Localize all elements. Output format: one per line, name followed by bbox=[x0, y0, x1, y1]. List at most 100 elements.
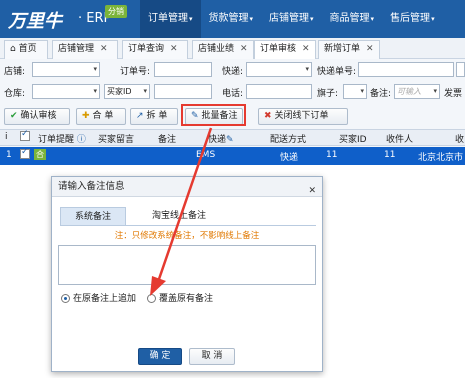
dialog-title: 请输入备注信息 bbox=[58, 181, 125, 192]
menu-product-management[interactable]: 商品管理▾ bbox=[322, 0, 383, 38]
remark-note: 注：只修改系统备注，不影响线上备注 bbox=[114, 231, 260, 241]
caret-down-icon: ▾ bbox=[249, 15, 254, 23]
buyer-id-input[interactable] bbox=[154, 84, 212, 99]
tab-home[interactable]: ⌂ 首页 bbox=[4, 40, 48, 59]
caret-down-icon: ▾ bbox=[431, 15, 435, 23]
filter-panel: 店铺: ▾ 订单号: 快递: ▾ 快递单号: 仓库: ▾ 买家ID ▾ 电话: 旗… bbox=[0, 59, 465, 103]
remark-textarea[interactable] bbox=[58, 245, 316, 285]
check-icon: ✔ bbox=[10, 111, 18, 121]
chevron-down-icon: ▾ bbox=[93, 65, 97, 73]
close-icon[interactable]: ✕ bbox=[308, 181, 316, 201]
menu-after-sales[interactable]: 售后管理▾ bbox=[382, 0, 443, 38]
close-icon[interactable]: ✕ bbox=[302, 44, 310, 54]
store-select[interactable]: ▾ bbox=[32, 62, 100, 77]
checkbox-icon bbox=[20, 129, 30, 141]
row-address: 北京北京市 bbox=[418, 153, 464, 163]
confirm-button[interactable]: 确 定 bbox=[138, 348, 182, 365]
chevron-down-icon: ▾ bbox=[93, 87, 97, 95]
chevron-down-icon: ▾ bbox=[143, 87, 147, 95]
order-grid-header: i 订单提醒 ⓘ 买家留言 备注 快递✎ 配送方式 买家ID 收件人 收 bbox=[0, 129, 465, 146]
store-label: 店铺: bbox=[4, 67, 26, 77]
column-header-order-reminder[interactable]: 订单提醒 ⓘ bbox=[38, 132, 86, 145]
merge-icon: ✚ bbox=[82, 111, 90, 121]
extra-filter-box[interactable] bbox=[456, 62, 465, 77]
tab-new-order[interactable]: 新增订单 ✕ bbox=[318, 40, 380, 59]
top-navigation-bar: 万里牛 · ERP 分销 订单管理▾ 货款管理▾ 店铺管理▾ 商品管理▾ 售后管… bbox=[0, 0, 465, 38]
column-header-address[interactable]: 收 bbox=[455, 132, 464, 145]
column-header-info: i bbox=[5, 132, 8, 142]
flag-label: 旗子: bbox=[317, 89, 339, 99]
main-menu: 订单管理▾ 货款管理▾ 店铺管理▾ 商品管理▾ 售后管理▾ bbox=[140, 0, 443, 38]
radio-selected-icon bbox=[61, 294, 70, 303]
tab-order-query[interactable]: 订单查询 ✕ bbox=[122, 40, 188, 59]
brand-badge: 分销 bbox=[105, 5, 127, 18]
radio-icon bbox=[147, 294, 156, 303]
express-label: 快递: bbox=[222, 67, 244, 77]
split-order-button[interactable]: ↗ 拆 单 bbox=[130, 108, 178, 125]
chevron-down-icon: ▾ bbox=[305, 65, 309, 73]
checkbox-icon bbox=[20, 147, 30, 159]
approve-order-button[interactable]: ✔ 确认审核 bbox=[4, 108, 70, 125]
close-offline-order-button[interactable]: ✖ 关闭线下订单 bbox=[258, 108, 348, 125]
tab-system-remark[interactable]: 系统备注 bbox=[60, 207, 126, 225]
info-icon: ⓘ bbox=[76, 135, 86, 145]
row-index: 1 bbox=[6, 150, 12, 160]
buyer-id-select[interactable]: 买家ID ▾ bbox=[104, 84, 150, 99]
remark-select[interactable]: 可输入 ▾ bbox=[394, 84, 440, 99]
column-header-buyer-id[interactable]: 买家ID bbox=[339, 132, 367, 145]
table-row[interactable]: 1 合 EMS 快递 11 11 北京北京市 bbox=[0, 147, 465, 165]
menu-payment-management[interactable]: 货款管理▾ bbox=[201, 0, 262, 38]
column-header-remark[interactable]: 备注 bbox=[158, 132, 176, 145]
close-icon[interactable]: ✕ bbox=[100, 44, 108, 54]
row-express: EMS bbox=[196, 150, 216, 160]
column-header-buyer-message[interactable]: 买家留言 bbox=[98, 132, 134, 145]
row-delivery: 快递 bbox=[280, 153, 299, 163]
flag-select[interactable]: ▾ bbox=[343, 84, 367, 99]
cancel-button[interactable]: 取 消 bbox=[189, 348, 235, 365]
warehouse-label: 仓库: bbox=[4, 89, 26, 99]
column-header-delivery[interactable]: 配送方式 bbox=[270, 132, 306, 145]
tab-store-performance[interactable]: 店铺业绩 ✕ bbox=[192, 40, 254, 59]
edit-icon: ✎ bbox=[226, 135, 234, 145]
express-no-input[interactable] bbox=[358, 62, 454, 77]
tab-divider bbox=[60, 225, 316, 226]
home-icon: ⌂ bbox=[10, 44, 16, 54]
chevron-down-icon: ▾ bbox=[360, 87, 364, 95]
split-icon: ↗ bbox=[136, 111, 144, 121]
merge-order-button[interactable]: ✚ 合 单 bbox=[76, 108, 126, 125]
chevron-down-icon: ▾ bbox=[433, 87, 437, 95]
column-header-express[interactable]: 快递✎ bbox=[208, 132, 234, 145]
tab-order-review[interactable]: 订单审核 ✕ bbox=[254, 40, 316, 60]
phone-input[interactable] bbox=[246, 84, 312, 99]
order-no-input[interactable] bbox=[154, 62, 212, 77]
page-tabs: ⌂ 首页 店铺管理 ✕ 订单查询 ✕ 店铺业绩 ✕ 订单审核 ✕ 新增订单 ✕ bbox=[0, 38, 465, 60]
menu-order-management[interactable]: 订单管理▾ bbox=[140, 0, 201, 38]
merge-badge: 合 bbox=[34, 149, 46, 160]
express-no-label: 快递单号: bbox=[317, 67, 357, 77]
dialog-title-bar: 请输入备注信息 ✕ bbox=[52, 177, 322, 197]
overwrite-remark-radio[interactable]: 覆盖原有备注 bbox=[147, 291, 213, 304]
column-header-receiver[interactable]: 收件人 bbox=[386, 132, 413, 145]
close-icon: ✖ bbox=[264, 111, 272, 121]
tab-taobao-remark[interactable]: 淘宝线上备注 bbox=[136, 207, 222, 225]
phone-label: 电话: bbox=[222, 89, 244, 99]
menu-store-management[interactable]: 店铺管理▾ bbox=[261, 0, 322, 38]
highlight-annotation-box bbox=[181, 104, 246, 126]
tab-store-management[interactable]: 店铺管理 ✕ bbox=[52, 40, 118, 59]
close-icon[interactable]: ✕ bbox=[366, 44, 374, 54]
row-buyer-id: 11 bbox=[326, 150, 338, 160]
caret-down-icon: ▾ bbox=[189, 15, 193, 23]
caret-down-icon: ▾ bbox=[370, 15, 375, 23]
remark-dialog: 请输入备注信息 ✕ 系统备注 淘宝线上备注 注：只修改系统备注，不影响线上备注 … bbox=[51, 176, 323, 372]
express-select[interactable]: ▾ bbox=[246, 62, 312, 77]
caret-down-icon: ▾ bbox=[310, 15, 314, 23]
row-checkbox[interactable] bbox=[20, 147, 30, 160]
header-checkbox[interactable] bbox=[20, 129, 30, 142]
close-icon[interactable]: ✕ bbox=[170, 44, 178, 54]
brand-logo: 万里牛 bbox=[8, 11, 62, 32]
remark-label: 备注: bbox=[370, 89, 392, 99]
warehouse-select[interactable]: ▾ bbox=[32, 84, 100, 99]
invoice-label: 发票 bbox=[444, 89, 463, 99]
append-remark-radio[interactable]: 在原备注上追加 bbox=[61, 291, 136, 304]
close-icon[interactable]: ✕ bbox=[240, 44, 248, 54]
